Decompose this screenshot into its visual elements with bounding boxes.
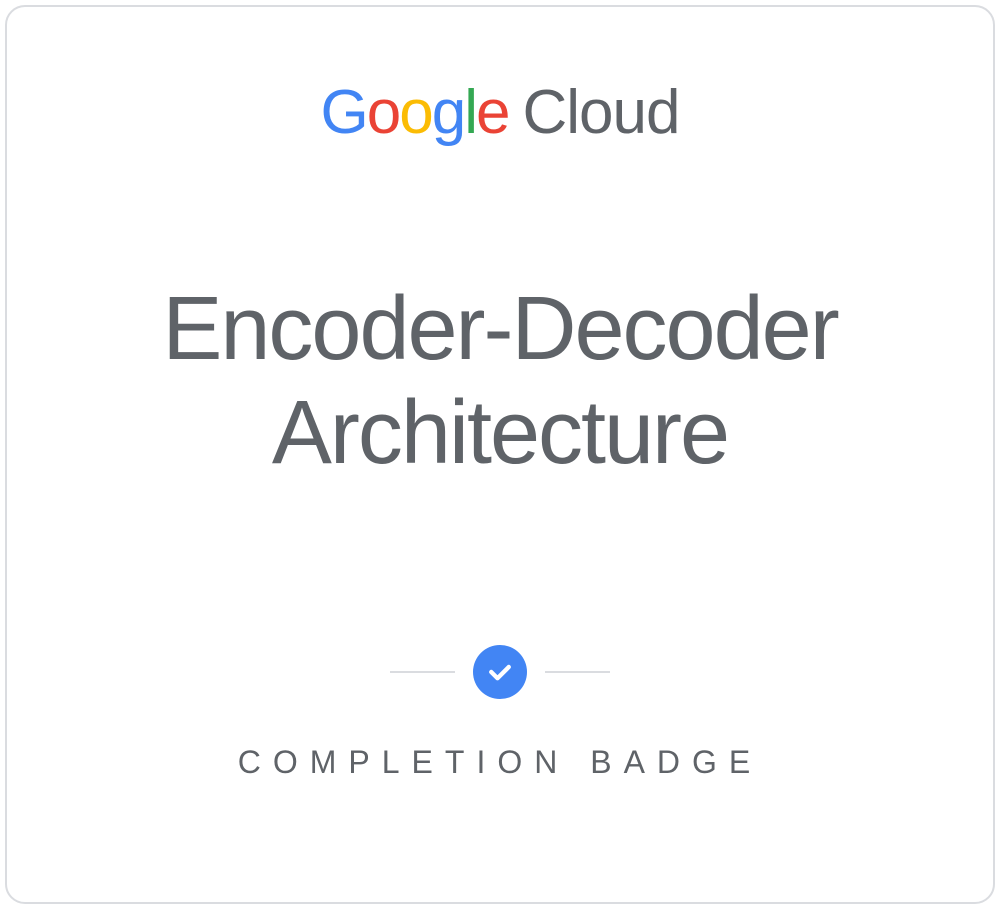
brand-logo: Google Cloud xyxy=(321,77,680,148)
google-letter-g: G xyxy=(321,78,367,147)
google-wordmark: Google xyxy=(321,77,509,148)
google-letter-l: l xyxy=(464,78,476,147)
checkmark-icon xyxy=(473,645,527,699)
google-letter-o1: o xyxy=(367,78,399,147)
divider-line-left xyxy=(390,671,455,673)
course-title: Encoder-Decoder Architecture xyxy=(47,278,953,485)
google-letter-g2: g xyxy=(432,78,464,147)
divider-line-right xyxy=(545,671,610,673)
google-letter-o2: o xyxy=(399,78,431,147)
google-letter-e: e xyxy=(476,78,508,147)
completion-badge-label: COMPLETION BADGE xyxy=(238,744,763,781)
cloud-text: Cloud xyxy=(522,77,679,148)
divider-section xyxy=(390,645,610,699)
badge-card: Google Cloud Encoder-Decoder Architectur… xyxy=(5,5,995,904)
